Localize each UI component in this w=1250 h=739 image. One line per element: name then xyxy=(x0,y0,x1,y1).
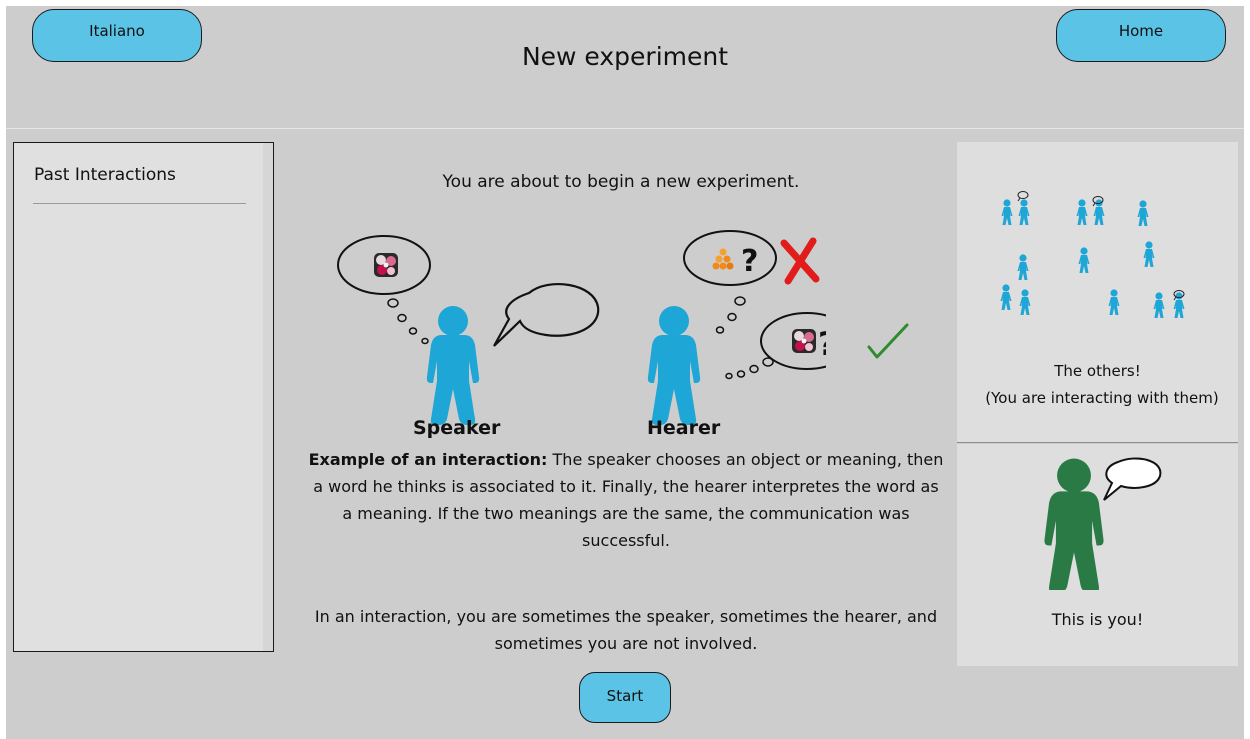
interaction-illustration: Speaker Hearer ? ? xyxy=(337,230,826,439)
wrong-cross-icon xyxy=(780,237,820,285)
example-label: Example of an interaction: xyxy=(308,450,548,469)
example-explanation: Example of an interaction: The speaker c… xyxy=(306,446,946,554)
svg-text:?: ? xyxy=(741,244,758,279)
hearer-label: Hearer xyxy=(647,417,721,439)
past-interactions-divider xyxy=(33,203,246,204)
right-divider xyxy=(957,442,1238,443)
speaker-label: Speaker xyxy=(413,417,501,439)
speaker-thought-bubble xyxy=(337,235,431,345)
others-caption: The others! xyxy=(1054,362,1141,380)
home-button[interactable]: Home xyxy=(1056,9,1226,62)
header-divider xyxy=(6,128,1244,129)
intro-text: You are about to begin a new experiment. xyxy=(442,172,800,192)
hearer-figure-icon xyxy=(647,306,701,425)
past-interactions-title: Past Interactions xyxy=(34,165,176,185)
others-crowd-icon xyxy=(1000,191,1185,318)
you-figure-icon xyxy=(1044,457,1162,590)
others-subcaption: (You are interacting with them) xyxy=(985,389,1219,407)
app-frame: Italiano New experiment Home Past Intera… xyxy=(6,6,1244,739)
speaker-figure-icon xyxy=(426,306,480,425)
past-interactions-scrollbar[interactable] xyxy=(263,143,273,651)
role-note: In an interaction, you are sometimes the… xyxy=(314,607,938,653)
correct-check-icon xyxy=(867,323,909,359)
start-button[interactable]: Start xyxy=(579,672,671,723)
you-speech-bubble-icon xyxy=(1103,457,1162,501)
svg-text:?: ? xyxy=(818,325,826,363)
hearer-right-thought: ? xyxy=(725,312,826,380)
hearer-wrong-thought: ? xyxy=(683,230,820,334)
past-interactions-panel: Past Interactions xyxy=(13,142,274,652)
you-caption: This is you! xyxy=(1051,610,1144,629)
speaker-speech-bubble xyxy=(493,283,600,347)
